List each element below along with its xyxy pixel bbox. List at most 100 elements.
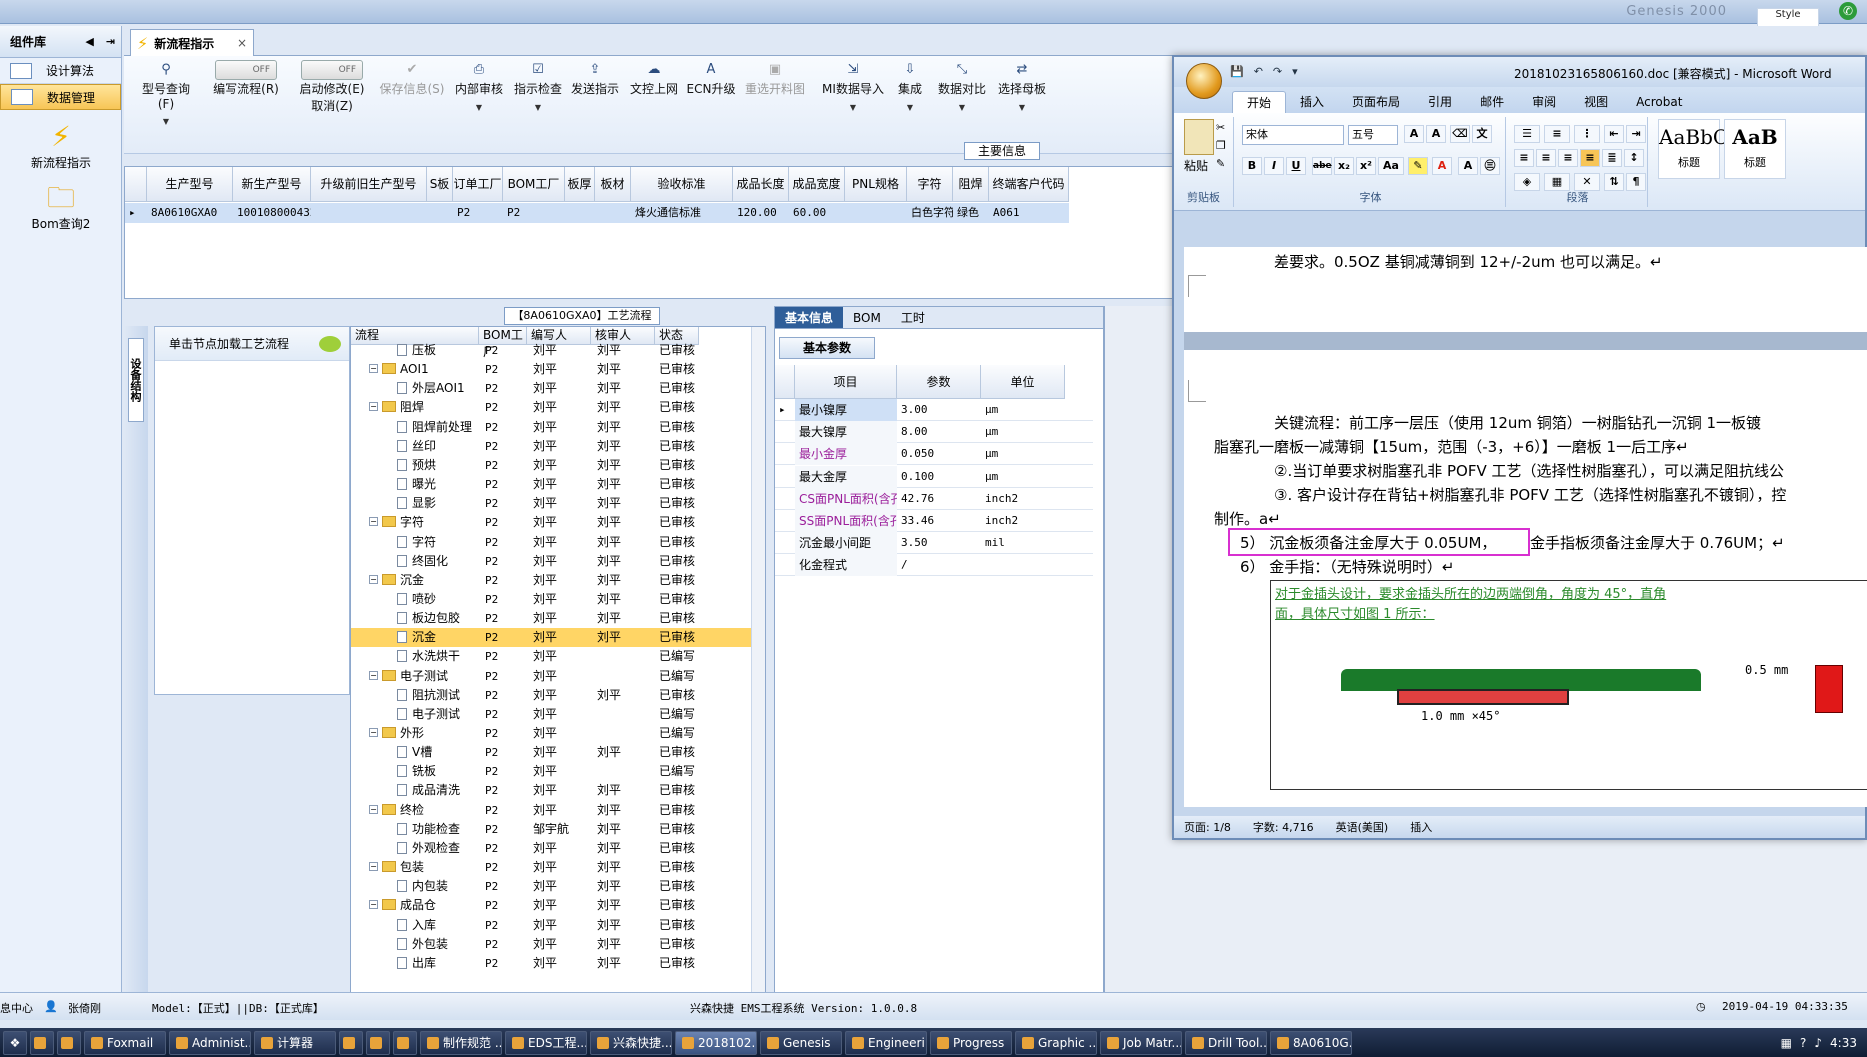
grow-font-icon[interactable]: A [1404,125,1424,143]
grid-cell[interactable]: 10010800043233 [233,203,311,223]
taskbar-item[interactable]: Genesis [760,1030,842,1055]
params-column-header[interactable]: 项目 [795,365,897,399]
taskbar-item[interactable]: Graphic ... [1015,1030,1097,1055]
numbering-icon[interactable]: ≡ [1544,125,1570,143]
page-count[interactable]: 页面: 1/8 [1184,819,1231,835]
tree-row[interactable]: 成品清洗 P2 刘平 刘平 已审核 [351,781,751,800]
word-document-area[interactable]: 差要求。0.5OZ 基铜减薄铜到 12+/-2um 也可以满足。↵ 关键流程：前… [1184,247,1867,807]
customize-qat-icon[interactable]: ▾ [1292,65,1298,78]
start-button-icon[interactable]: ❖ [3,1030,27,1055]
param-value[interactable]: 3.00 [897,399,981,421]
grid-cell[interactable]: 60.00 [789,203,845,223]
integrate-button[interactable]: ⇩ 集成 ▼ [890,62,930,112]
column-header[interactable]: 阻焊 [953,167,989,202]
tree-row[interactable]: 压板 P2 刘平 刘平 已审核 [351,341,751,360]
highlight-icon[interactable]: ✎ [1408,157,1428,175]
shrink-font-icon[interactable]: A [1426,125,1446,143]
save-icon[interactable]: 💾 [1230,65,1244,78]
library-item-design-algorithm[interactable]: 设计算法 [0,58,121,84]
language[interactable]: 英语(美国) [1336,819,1389,835]
grid-cell[interactable] [311,203,427,223]
pin-icon[interactable]: ⇥ [106,35,115,48]
enclose-character-icon[interactable]: ㊂ [1480,157,1500,175]
cut-icon[interactable]: ✂ [1216,121,1225,134]
grid-cell[interactable]: 白色字符 [907,203,953,223]
collapse-icon[interactable]: − [369,862,378,872]
tree-row[interactable]: 沉金 P2 刘平 刘平 已审核 [351,628,751,648]
tree-row[interactable]: − AOI1 P2 刘平 刘平 已审核 [351,360,751,379]
bom-query-shortcut[interactable]: 🗀 Bom查询2 [0,181,122,232]
style-gallery-item-heading2[interactable]: AaB 标题 [1724,119,1786,179]
tree-row[interactable]: 板边包胶 P2 刘平 刘平 已审核 [351,609,751,628]
taskbar-item[interactable] [339,1030,363,1055]
param-value[interactable]: / [897,554,981,576]
help-icon[interactable]: ? [1800,1036,1806,1050]
column-header[interactable]: 生产型号 [147,167,233,202]
write-flow-toggle[interactable]: OFF [215,60,277,80]
tree-row[interactable]: 喷砂 P2 刘平 刘平 已审核 [351,590,751,609]
select-mother-board-button[interactable]: ⇄ 选择母板 ▼ [994,62,1050,112]
tree-row[interactable]: 显影 P2 刘平 刘平 已审核 [351,494,751,513]
library-item-data-management[interactable]: 数据管理 [0,84,121,110]
tree-row[interactable]: 出库 P2 刘平 刘平 已审核 [351,954,751,973]
superscript-icon[interactable]: x² [1356,157,1376,175]
grid-cell[interactable] [845,203,907,223]
copy-icon[interactable]: ❐ [1216,139,1226,152]
undo-icon[interactable]: ↶ [1254,65,1263,78]
tree-row[interactable]: − 沉金 P2 刘平 刘平 已审核 [351,571,751,590]
dropdown-arrow-icon[interactable]: ▼ [512,103,564,112]
font-size-select[interactable]: 五号 [1348,125,1398,145]
taskbar-item[interactable]: Administ... [169,1030,251,1055]
params-row[interactable]: CS面PNL面积(含孔) 42.76 inch2 [775,487,1093,510]
word-tab[interactable]: 视图 [1570,91,1622,113]
params-row[interactable]: 最大镍厚 8.00 μm [775,421,1093,444]
tree-row[interactable]: 阻抗测试 P2 刘平 刘平 已审核 [351,686,751,705]
column-header[interactable]: 升级前旧生产型号 [311,167,427,202]
tree-row[interactable]: 曝光 P2 刘平 刘平 已审核 [351,475,751,494]
grid-cell[interactable]: 绿色 [953,203,989,223]
strikethrough-icon[interactable]: abe [1312,157,1332,175]
param-value[interactable]: 0.100 [897,466,981,488]
word-tab[interactable]: 页面布局 [1338,91,1414,113]
internal-review-button[interactable]: ⎙ 内部审核 ▼ [452,62,506,112]
tree-row[interactable]: 终固化 P2 刘平 刘平 已审核 [351,552,751,571]
row-indicator-icon[interactable]: ▸ [125,203,147,223]
grid-cell[interactable]: 120.00 [733,203,789,223]
font-color-icon[interactable]: A [1432,157,1452,175]
params-row[interactable]: 最大金厚 0.100 μm [775,465,1093,488]
collapse-icon[interactable]: − [369,517,378,527]
word-tab[interactable]: 开始 [1232,91,1287,113]
tree-row[interactable]: − 终检 P2 刘平 刘平 已审核 [351,801,751,820]
word-tab[interactable]: Acrobat [1622,91,1696,113]
collapse-icon[interactable]: − [369,402,378,412]
dropdown-arrow-icon[interactable]: ▼ [818,103,888,112]
tab-new-flow-instruction[interactable]: ⚡ 新流程指示 × [130,29,254,56]
align-center-icon[interactable]: ≡ [1536,149,1556,167]
start-edit-toggle[interactable]: OFF [301,60,363,80]
vertical-scrollbar[interactable] [751,327,765,1016]
tree-row[interactable]: 预烘 P2 刘平 刘平 已审核 [351,456,751,475]
params-row[interactable]: 沉金最小间距 3.50 mil [775,532,1093,555]
taskbar-item[interactable] [393,1030,417,1055]
word-tab[interactable]: 审阅 [1518,91,1570,113]
message-center-label[interactable]: 息中心 [0,1000,33,1016]
tab-basic-params[interactable]: 基本参数 [779,337,875,359]
tree-row[interactable]: 外包装 P2 刘平 刘平 已审核 [351,935,751,954]
tab-equipment-structure[interactable]: 设备结构 [128,338,144,422]
collapse-icon[interactable]: − [369,670,378,680]
bold-icon[interactable]: B [1242,157,1262,175]
phone-icon[interactable]: ✆ [1839,2,1857,20]
doc-control-online-button[interactable]: ☁ 文控上网 [626,62,682,97]
dropdown-arrow-icon[interactable]: ▼ [994,103,1050,112]
grid-cell[interactable]: A061 [989,203,1069,223]
column-header[interactable]: 字符 [907,167,953,202]
reselect-cutting-diagram-button[interactable]: ▣ 重选开料图 [740,62,810,97]
decrease-indent-icon[interactable]: ⇤ [1604,125,1624,143]
tab-bom[interactable]: BOM [843,307,891,328]
ecn-upgrade-button[interactable]: A ECN升级 [686,62,736,97]
dropdown-arrow-icon[interactable]: ▼ [890,103,930,112]
line-spacing-icon[interactable]: ↕ [1624,149,1644,167]
tree-row[interactable]: − 外形 P2 刘平 已编写 [351,724,751,743]
cancel-label[interactable]: 取消(Z) [311,99,353,113]
model-query-button[interactable]: ⚲ 型号查询(F) ▼ [134,62,198,126]
